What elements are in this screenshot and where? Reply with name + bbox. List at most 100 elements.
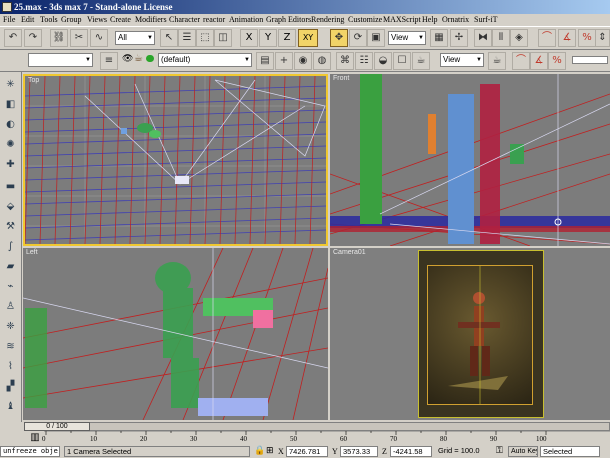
menu-animation[interactable]: Animation — [229, 14, 263, 26]
y-coordinate-field[interactable]: 3573.33 — [340, 446, 378, 457]
restrict-xy-button[interactable]: XY — [298, 29, 318, 47]
menu-modifiers[interactable]: Modifiers — [135, 14, 167, 26]
menu-maxscript[interactable]: MAXScript — [383, 14, 421, 26]
z-coordinate-field[interactable]: -4241.58 — [390, 446, 432, 457]
render-scene-icon[interactable]: ☐ — [393, 52, 411, 70]
reference-coordinate-dropdown[interactable]: View — [388, 31, 426, 45]
render-last-icon[interactable]: ☕ — [488, 52, 506, 70]
cloth-icon[interactable]: ▞ — [2, 378, 19, 395]
layer-freeze-icon[interactable]: ☕ — [134, 53, 143, 64]
spinner-field[interactable] — [572, 56, 608, 64]
key-icon[interactable]: ⚿ — [496, 446, 503, 456]
shape-icon[interactable]: ♙ — [2, 298, 19, 315]
absolute-mode-icon[interactable]: ⊞ — [266, 446, 274, 456]
select-rotate-icon[interactable]: ⟳ — [349, 29, 367, 47]
wave-icon[interactable]: ≋ — [2, 338, 19, 355]
menu-file[interactable]: File — [3, 14, 15, 26]
restrict-x-button[interactable]: X — [240, 29, 258, 47]
menu-ornatrix[interactable]: Ornatrix — [442, 14, 469, 26]
menu-graph-editors[interactable]: Graph Editors — [266, 14, 311, 26]
menu-customize[interactable]: Customize — [348, 14, 382, 26]
viewport-label-front[interactable]: Front — [333, 75, 349, 82]
render-type-dropdown[interactable]: View — [440, 53, 484, 67]
material-editor-icon[interactable]: ◒ — [374, 52, 392, 70]
menu-edit[interactable]: Edit — [21, 14, 34, 26]
selection-region-icon[interactable]: ⬚ — [196, 29, 214, 47]
layer-manager-icon[interactable]: ◈ — [510, 29, 528, 47]
bend-icon[interactable]: ⌁ — [2, 278, 19, 295]
set-current-layer-icon[interactable]: ◍ — [313, 52, 331, 70]
window-crossing-icon[interactable]: ◫ — [214, 29, 232, 47]
time-slider-thumb[interactable]: 0 / 100 — [24, 422, 90, 431]
percent-snap-icon[interactable]: % — [578, 29, 596, 47]
display-icon[interactable]: ▬ — [2, 178, 19, 195]
trackbar-toggle-icon[interactable]: ▥ — [28, 431, 42, 444]
percent-snap-2-icon[interactable]: % — [548, 52, 566, 70]
viewport-label-left[interactable]: Left — [26, 249, 38, 256]
viewport-label-top[interactable]: Top — [28, 77, 39, 84]
restrict-z-button[interactable]: Z — [278, 29, 296, 47]
sphere-icon[interactable]: ◐ — [2, 116, 19, 133]
selection-filter-dropdown[interactable]: All — [115, 31, 155, 45]
select-scale-icon[interactable]: ▣ — [367, 29, 385, 47]
extrude-icon[interactable]: ▰ — [2, 258, 19, 275]
bone-icon[interactable]: ♝ — [2, 398, 19, 415]
schematic-view-icon[interactable]: ☷ — [355, 52, 373, 70]
layer-list-icon[interactable]: ≡ — [100, 52, 118, 70]
utilities-icon[interactable]: ⬙ — [2, 198, 19, 215]
loft-icon[interactable]: ⌇ — [2, 358, 19, 375]
auto-key-button[interactable]: Auto Key — [508, 446, 538, 457]
redo-icon[interactable]: ↷ — [24, 29, 42, 47]
menu-tools[interactable]: Tools — [40, 14, 58, 26]
menu-character[interactable]: Character — [169, 14, 200, 26]
align-icon[interactable]: ⫴ — [492, 29, 510, 47]
restrict-y-button[interactable]: Y — [259, 29, 277, 47]
named-selection-dropdown[interactable] — [28, 53, 93, 67]
menu-help[interactable]: Help — [422, 14, 438, 26]
key-filter-dropdown[interactable]: Selected — [540, 446, 600, 457]
create-icon[interactable]: ✳ — [2, 76, 19, 93]
menu-reactor[interactable]: reactor — [203, 14, 225, 26]
create-layer-icon[interactable]: ▤ — [256, 52, 274, 70]
viewport-front[interactable]: Front — [330, 74, 610, 246]
select-link-icon[interactable]: ⛓ — [50, 29, 68, 47]
menu-views[interactable]: Views — [87, 14, 107, 26]
modify-icon[interactable]: ◧ — [2, 96, 19, 113]
bind-space-warp-icon[interactable]: ∿ — [90, 29, 108, 47]
menu-rendering[interactable]: Rendering — [311, 14, 344, 26]
angle-snap-2-icon[interactable]: ∡ — [530, 52, 548, 70]
select-object-icon[interactable]: ↖ — [160, 29, 178, 47]
time-slider-track[interactable] — [24, 422, 610, 431]
snap-2-icon[interactable]: ⌒ — [512, 52, 530, 70]
wrench-icon[interactable]: ⚒ — [2, 218, 19, 235]
viewport-camera[interactable]: Camera01 — [330, 248, 610, 420]
select-move-icon[interactable]: ✥ — [330, 29, 348, 47]
lights-icon[interactable]: ✺ — [2, 136, 19, 153]
menu-group[interactable]: Group — [61, 14, 81, 26]
menu-surf-it[interactable]: Surf-iT — [474, 14, 498, 26]
quick-render-icon[interactable]: ☕ — [412, 52, 430, 70]
unlink-icon[interactable]: ✂ — [70, 29, 88, 47]
select-layer-icon[interactable]: ◉ — [294, 52, 312, 70]
angle-snap-icon[interactable]: ∡ — [558, 29, 576, 47]
layer-dropdown[interactable]: (default) — [158, 53, 252, 67]
viewport-left[interactable]: Left — [23, 248, 328, 420]
mirror-icon[interactable]: ⧓ — [474, 29, 492, 47]
viewport-top[interactable]: Top — [23, 74, 328, 246]
snap-toggle-icon[interactable]: ⌒ — [538, 29, 556, 47]
particles-icon[interactable]: ❈ — [2, 318, 19, 335]
spline-icon[interactable]: ∫ — [2, 238, 19, 255]
pivot-center-icon[interactable]: ▦ — [430, 29, 448, 47]
curve-editor-icon[interactable]: ⌘ — [336, 52, 354, 70]
manipulate-icon[interactable]: ✢ — [450, 29, 468, 47]
menu-create[interactable]: Create — [110, 14, 131, 26]
maxscript-listener-field[interactable]: unfreeze obje — [0, 446, 60, 457]
undo-icon[interactable]: ↶ — [4, 29, 22, 47]
select-by-name-icon[interactable]: ☰ — [178, 29, 196, 47]
helpers-icon[interactable]: ✚ — [2, 156, 19, 173]
lock-selection-icon[interactable]: 🔒 — [254, 446, 265, 456]
layer-visible-icon[interactable]: 👁 — [122, 54, 133, 64]
add-to-layer-icon[interactable]: + — [275, 52, 293, 70]
viewport-label-camera[interactable]: Camera01 — [333, 249, 366, 256]
x-coordinate-field[interactable]: 7426.781 — [286, 446, 328, 457]
